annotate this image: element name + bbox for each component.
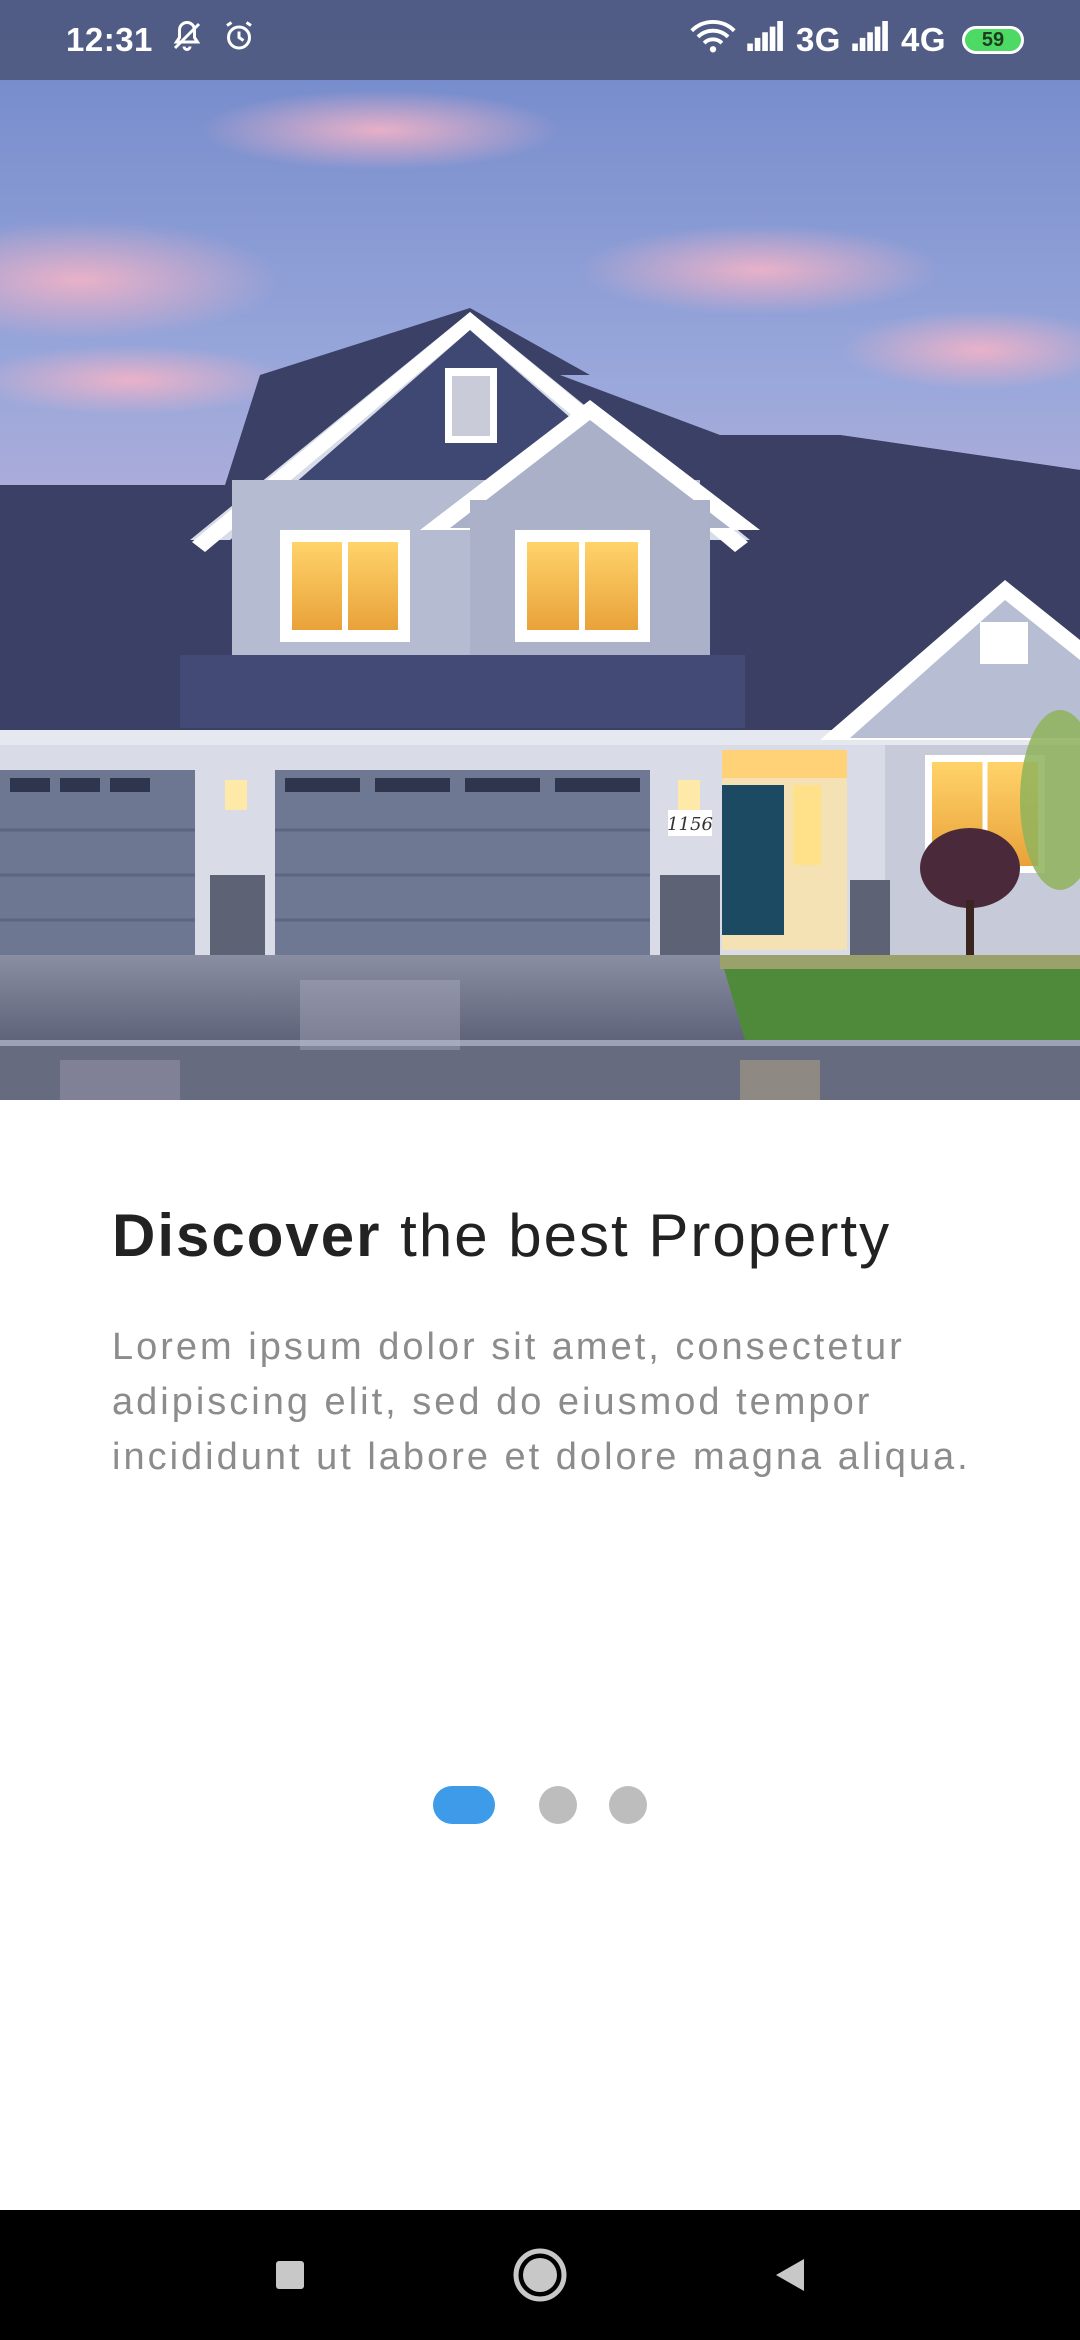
recents-button[interactable]: [255, 2240, 325, 2310]
status-time: 12:31: [66, 21, 153, 58]
wifi-icon: [690, 18, 736, 62]
system-nav-bar: [0, 2210, 1080, 2340]
status-right: 3G 4G 59: [690, 18, 1024, 62]
back-triangle-icon: [776, 2259, 804, 2291]
page-dot-active[interactable]: [433, 1786, 495, 1824]
network-4g-label: 4G: [900, 21, 946, 58]
onboarding-content: Discover the best Property Lorem ipsum d…: [112, 1200, 992, 1523]
battery-icon: 59: [962, 26, 1024, 54]
battery-level: 59: [981, 28, 1005, 51]
recents-square-icon: [276, 2261, 304, 2289]
page-dot[interactable]: [539, 1786, 577, 1824]
svg-text:1156: 1156: [667, 814, 713, 835]
mute-icon: [169, 18, 205, 62]
page-indicator: [0, 1786, 1080, 1824]
title-rest: the best Property: [400, 1202, 892, 1269]
home-button[interactable]: [505, 2240, 575, 2310]
status-left: 12:31: [66, 18, 257, 62]
onboarding-description: Lorem ipsum dolor sit amet, consectetur …: [112, 1326, 971, 1478]
onboarding-title: Discover the best Property: [112, 1200, 992, 1272]
page-dot[interactable]: [609, 1786, 647, 1824]
alarm-icon: [221, 18, 257, 62]
home-circle-icon: [513, 2248, 567, 2302]
title-bold: Discover: [112, 1202, 382, 1269]
onboarding-screen: 1156 12:31 3G 4G 59 Discover the best Pr…: [0, 0, 1080, 2340]
signal-icon: [851, 21, 891, 59]
network-3g-label: 3G: [795, 21, 841, 58]
back-button[interactable]: [755, 2240, 825, 2310]
hero-image-house: 1156: [0, 0, 1080, 1100]
status-bar: 12:31 3G 4G 59: [0, 0, 1080, 80]
signal-icon: [746, 21, 786, 59]
